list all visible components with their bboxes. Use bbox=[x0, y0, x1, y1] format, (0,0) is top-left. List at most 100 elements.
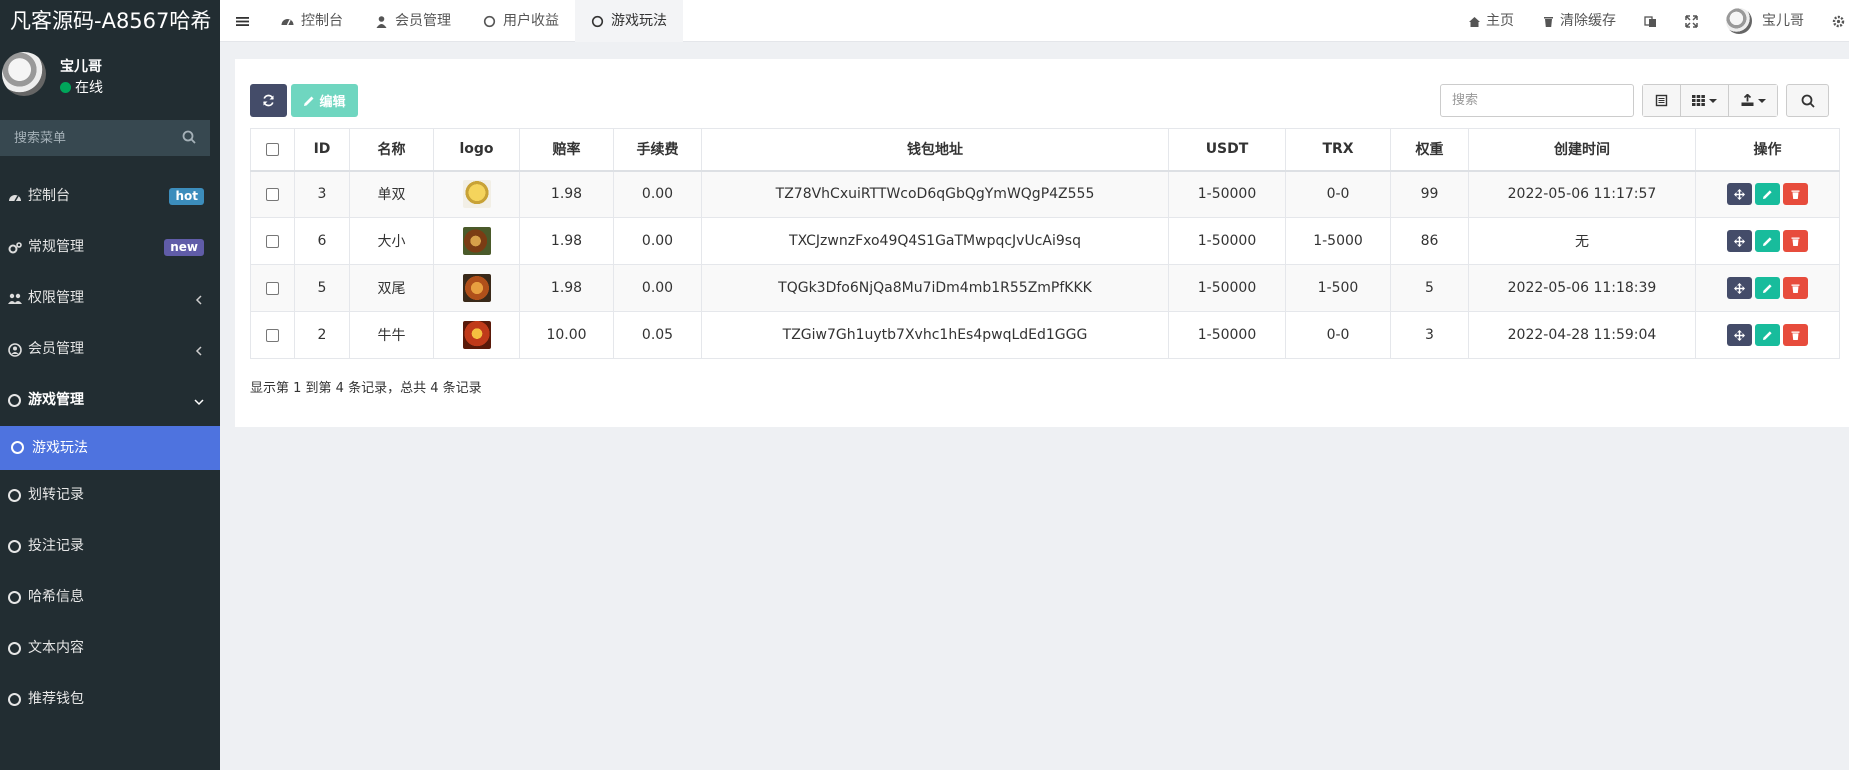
cell-created: 2022-05-06 11:17:57 bbox=[1468, 170, 1696, 218]
tab-dashboard[interactable]: 控制台 bbox=[265, 0, 359, 42]
game-logo-image[interactable] bbox=[462, 180, 491, 209]
cell-id: 5 bbox=[294, 264, 350, 312]
table-toolbar-left: 编辑 bbox=[250, 84, 358, 117]
pencil-icon bbox=[1763, 236, 1772, 246]
column-header[interactable]: 手续费 bbox=[613, 128, 702, 172]
cell-id: 6 bbox=[294, 217, 350, 265]
home-button[interactable]: 主页 bbox=[1454, 0, 1528, 42]
row-delete-button[interactable] bbox=[1783, 277, 1808, 299]
caret-down-icon bbox=[1757, 98, 1766, 103]
table-row: 3 单双 1.98 0.00 TZ78VhCxuiRTTWcoD6qGbQgYm… bbox=[250, 170, 1840, 218]
cell-weight: 3 bbox=[1390, 311, 1469, 359]
cell-weight: 5 bbox=[1390, 264, 1469, 312]
row-edit-button[interactable] bbox=[1755, 183, 1780, 206]
row-edit-button[interactable] bbox=[1755, 230, 1780, 252]
sidebar-item-dashboard[interactable]: 控制台 hot bbox=[0, 171, 220, 222]
edit-button[interactable]: 编辑 bbox=[291, 84, 358, 117]
table-header-row: ID 名称 logo 赔率 手续费 钱包地址 USDT TRX 权重 创建时间 … bbox=[250, 128, 1840, 172]
trash-icon bbox=[1544, 16, 1553, 27]
sidebar-toggle-button[interactable] bbox=[220, 0, 265, 42]
row-checkbox[interactable] bbox=[266, 281, 279, 295]
user-panel: 宝儿哥 在线 bbox=[0, 42, 220, 115]
pencil-icon bbox=[1763, 283, 1772, 293]
fullscreen-button[interactable] bbox=[1671, 0, 1712, 42]
sidebar-item-permissions[interactable]: 权限管理 bbox=[0, 273, 220, 324]
arrows-icon bbox=[1734, 235, 1745, 247]
cell-name: 双尾 bbox=[349, 264, 434, 312]
sidebar-item-members[interactable]: 会员管理 bbox=[0, 324, 220, 375]
sidebar-item-text-content[interactable]: 文本内容 bbox=[0, 623, 220, 674]
sidebar-search bbox=[0, 120, 210, 156]
translate-button[interactable] bbox=[1630, 0, 1671, 42]
user-icon bbox=[376, 15, 387, 28]
tab-members[interactable]: 会员管理 bbox=[359, 0, 467, 42]
cell-fee: 0.05 bbox=[613, 311, 702, 359]
toggle-view-button[interactable] bbox=[1643, 85, 1681, 116]
column-header[interactable]: logo bbox=[433, 128, 520, 172]
column-header[interactable]: USDT bbox=[1168, 128, 1286, 172]
column-header: 操作 bbox=[1695, 128, 1840, 172]
gear-icon bbox=[1832, 15, 1845, 27]
cell-id: 3 bbox=[294, 170, 350, 218]
trash-icon bbox=[1791, 190, 1800, 199]
arrows-icon bbox=[1734, 188, 1745, 200]
export-dropdown-button[interactable] bbox=[1729, 85, 1777, 116]
drag-sort-button[interactable] bbox=[1727, 183, 1752, 206]
cell-usdt: 1-50000 bbox=[1168, 217, 1286, 265]
sidebar-item-game-rules[interactable]: 游戏玩法 bbox=[0, 426, 220, 470]
row-checkbox[interactable] bbox=[266, 328, 279, 342]
cell-wallet: TQGk3Dfo6NjQa8Mu7iDm4mb1R55ZmPfKKK bbox=[701, 264, 1169, 312]
row-checkbox[interactable] bbox=[266, 234, 279, 248]
advanced-search-button[interactable] bbox=[1786, 84, 1829, 117]
sidebar-item-game-management[interactable]: 游戏管理 bbox=[0, 375, 220, 426]
pencil-icon bbox=[1763, 190, 1772, 199]
sidebar-item-recommended-wallet[interactable]: 推荐钱包 bbox=[0, 674, 220, 725]
drag-sort-button[interactable] bbox=[1727, 277, 1752, 299]
cell-usdt: 1-50000 bbox=[1168, 170, 1286, 218]
tab-game-rules[interactable]: 游戏玩法 bbox=[575, 0, 683, 42]
tab-user-earnings[interactable]: 用户收益 bbox=[467, 0, 575, 42]
table-toolbar-right bbox=[1440, 84, 1829, 117]
table-row: 2 牛牛 10.00 0.05 TZGiw7Gh1uytb7Xvhc1hEs4p… bbox=[250, 311, 1840, 359]
user-menu-button[interactable]: 宝儿哥 bbox=[1712, 0, 1818, 42]
row-edit-button[interactable] bbox=[1755, 324, 1780, 346]
table-search-input[interactable] bbox=[1440, 84, 1634, 117]
translate-icon bbox=[1644, 15, 1656, 27]
column-header[interactable]: ID bbox=[294, 128, 350, 172]
row-delete-button[interactable] bbox=[1783, 324, 1808, 346]
settings-button[interactable] bbox=[1818, 0, 1849, 42]
sidebar-item-hash-info[interactable]: 哈希信息 bbox=[0, 572, 220, 623]
clear-cache-button[interactable]: 清除缓存 bbox=[1528, 0, 1630, 42]
column-header[interactable]: 钱包地址 bbox=[701, 128, 1169, 172]
game-logo-image[interactable] bbox=[462, 321, 491, 349]
row-edit-button[interactable] bbox=[1755, 277, 1780, 299]
row-checkbox[interactable] bbox=[266, 187, 279, 201]
row-delete-button[interactable] bbox=[1783, 230, 1808, 252]
refresh-button[interactable] bbox=[250, 84, 287, 117]
row-delete-button[interactable] bbox=[1783, 183, 1808, 206]
column-header[interactable]: 创建时间 bbox=[1468, 128, 1696, 172]
column-header[interactable]: 权重 bbox=[1390, 128, 1469, 172]
search-icon[interactable] bbox=[182, 130, 196, 144]
online-dot-icon bbox=[60, 82, 71, 93]
game-logo-image[interactable] bbox=[462, 227, 491, 255]
game-logo-image[interactable] bbox=[462, 274, 491, 302]
column-header[interactable]: TRX bbox=[1285, 128, 1391, 172]
sidebar-item-transfer-records[interactable]: 划转记录 bbox=[0, 470, 220, 521]
sidebar-item-general[interactable]: 常规管理 new bbox=[0, 222, 220, 273]
column-header[interactable]: 名称 bbox=[349, 128, 434, 172]
cell-usdt: 1-50000 bbox=[1168, 264, 1286, 312]
new-badge: new bbox=[164, 239, 204, 256]
sidebar-item-bet-records[interactable]: 投注记录 bbox=[0, 521, 220, 572]
columns-dropdown-button[interactable] bbox=[1681, 85, 1729, 116]
select-all-checkbox[interactable] bbox=[266, 142, 279, 156]
cell-wallet: TZ78VhCxuiRTTWcoD6qGbQgYmWQgP4Z555 bbox=[701, 170, 1169, 218]
column-header[interactable]: 赔率 bbox=[519, 128, 614, 172]
cell-created: 无 bbox=[1468, 217, 1696, 265]
sidebar-search-input[interactable] bbox=[0, 120, 210, 156]
drag-sort-button[interactable] bbox=[1727, 324, 1752, 346]
drag-sort-button[interactable] bbox=[1727, 230, 1752, 252]
trash-icon bbox=[1791, 237, 1800, 246]
brand-logo[interactable]: 凡客源码-A8567哈希 bbox=[0, 0, 220, 42]
circle-icon bbox=[11, 441, 25, 455]
